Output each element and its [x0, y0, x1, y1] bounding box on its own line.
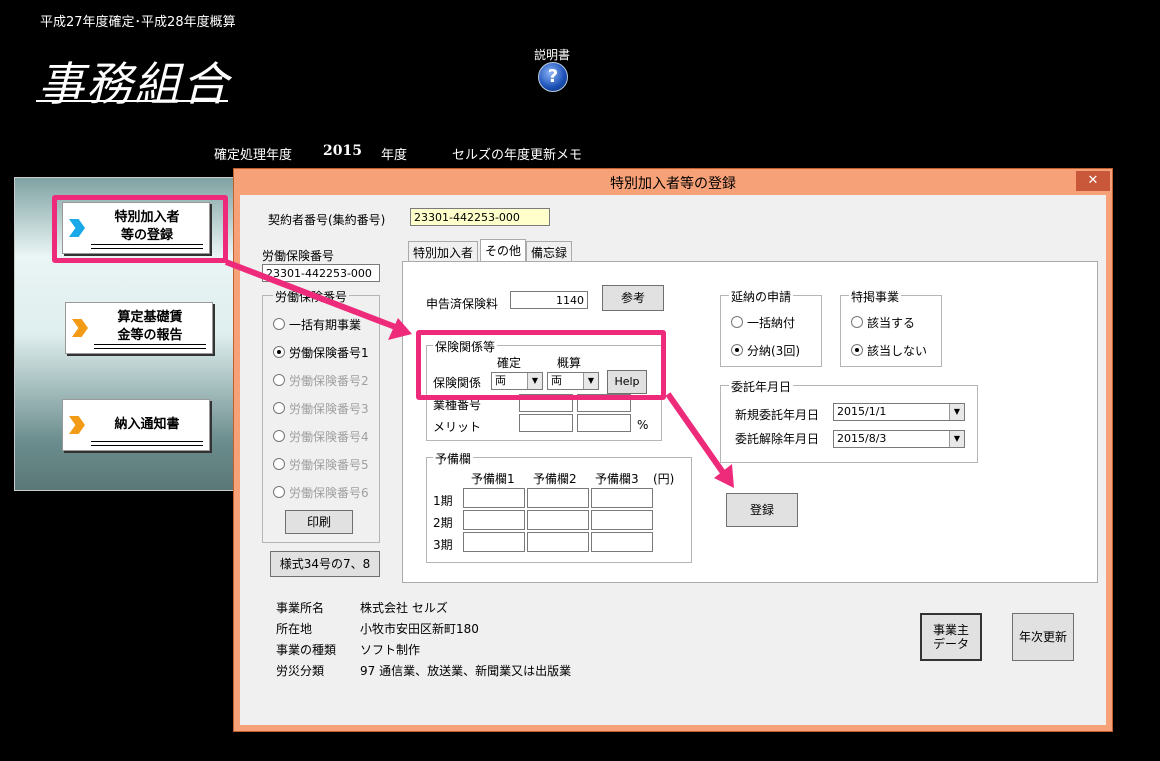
- arrow-icon: [224, 259, 412, 340]
- arrow-overlay: [224, 259, 734, 488]
- arrow-icon: [665, 392, 734, 488]
